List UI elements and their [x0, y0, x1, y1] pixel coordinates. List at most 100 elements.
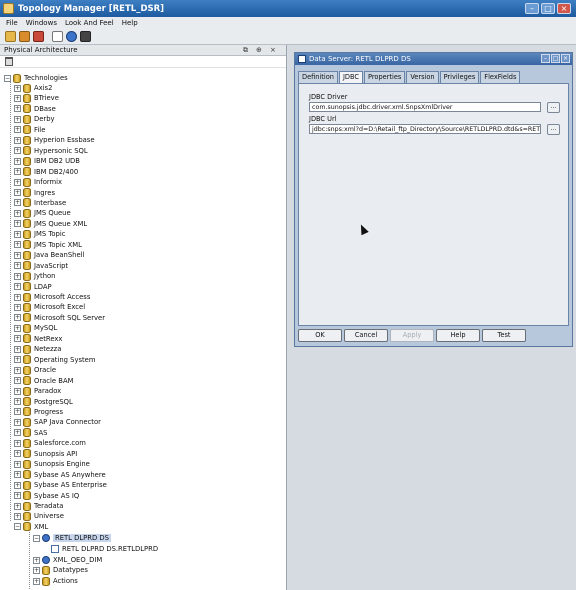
tab-definition[interactable]: Definition — [298, 71, 338, 83]
menu-look-and-feel[interactable]: Look And Feel — [65, 19, 114, 27]
tree-root[interactable]: − Technologies — [4, 73, 68, 83]
topology-icon[interactable] — [5, 31, 16, 42]
tree-item-technology[interactable]: + IBM DB2/400 — [14, 167, 78, 177]
tree-item-technology[interactable]: + Sybase AS IQ — [14, 491, 79, 501]
expand-icon[interactable]: + — [14, 408, 21, 416]
tree-item-technology[interactable]: + Netezza — [14, 344, 61, 354]
jdbc-url-field[interactable]: jdbc:snps:xml?d=D:\Retail_ftp_Directory\… — [309, 124, 541, 134]
expand-icon[interactable]: + — [14, 230, 21, 238]
expand-icon[interactable]: + — [14, 262, 21, 270]
binoculars-icon[interactable] — [80, 31, 91, 42]
expand-icon[interactable]: + — [14, 481, 21, 489]
tree-item-technology[interactable]: + JMS Queue — [14, 208, 71, 218]
tree-item-technology[interactable]: + Informix — [14, 177, 62, 187]
expand-icon[interactable]: + — [14, 126, 21, 134]
expand-icon[interactable]: + — [14, 377, 21, 385]
tree-item-technology[interactable]: + File — [14, 125, 45, 135]
tree-item-technology[interactable]: + Operating System — [14, 355, 96, 365]
test-button[interactable]: Test — [482, 329, 526, 342]
tree-item-technology[interactable]: + JavaScript — [14, 261, 68, 271]
close-window-button[interactable]: × — [557, 3, 571, 14]
tree-item-technology[interactable]: + Hyperion Essbase — [14, 135, 95, 145]
expand-icon[interactable]: + — [14, 450, 21, 458]
expand-icon[interactable]: + — [14, 460, 21, 468]
collapse-icon[interactable]: − — [4, 74, 11, 82]
expand-icon[interactable]: + — [14, 387, 21, 395]
expand-icon[interactable]: + — [14, 356, 21, 364]
expand-icon[interactable]: + — [14, 471, 21, 479]
expand-icon[interactable]: + — [14, 94, 21, 102]
expand-icon[interactable]: + — [14, 345, 21, 353]
expand-icon[interactable]: + — [14, 492, 21, 500]
expand-icon[interactable]: + — [14, 439, 21, 447]
tree-item-technology[interactable]: + Salesforce.com — [14, 438, 86, 448]
expand-icon[interactable]: + — [14, 418, 21, 426]
tree-item-technology[interactable]: + BTrieve — [14, 93, 59, 103]
expand-icon[interactable]: + — [14, 251, 21, 259]
help-button[interactable]: Help — [436, 329, 480, 342]
tree-item-technology[interactable]: + Sybase AS Enterprise — [14, 480, 107, 490]
menu-help[interactable]: Help — [122, 19, 138, 27]
jdbc-url-browse-button[interactable]: ... — [547, 124, 560, 135]
expand-icon[interactable]: + — [33, 577, 40, 585]
tree-item-technology[interactable]: + LDAP — [14, 282, 52, 292]
expand-icon[interactable]: + — [14, 84, 21, 92]
tree-item-technology[interactable]: + JMS Topic XML — [14, 240, 82, 250]
pin-icon[interactable]: ⊕ — [256, 46, 262, 54]
expand-icon[interactable]: + — [14, 189, 21, 196]
tree-item-technology[interactable]: + Microsoft SQL Server — [14, 313, 105, 323]
expand-icon[interactable]: + — [14, 105, 21, 113]
tree-item-technology[interactable]: + Oracle — [14, 365, 56, 375]
tree-item-technology[interactable]: + PostgreSQL — [14, 397, 73, 407]
expand-icon[interactable]: + — [14, 115, 21, 123]
expand-icon[interactable]: + — [14, 324, 21, 332]
maximize-button[interactable]: □ — [541, 3, 555, 14]
expand-icon[interactable]: + — [14, 293, 21, 301]
menu-windows[interactable]: Windows — [26, 19, 57, 27]
tab-version[interactable]: Version — [406, 71, 439, 83]
jdbc-driver-field[interactable]: com.sunopsis.jdbc.driver.xml.SnpsXmlDriv… — [309, 102, 541, 112]
tree-item-technology[interactable]: + SAS — [14, 428, 47, 438]
menu-file[interactable]: File — [6, 19, 18, 27]
apply-button[interactable]: Apply — [390, 329, 434, 342]
dialog-maximize-button[interactable]: □ — [551, 54, 560, 63]
collapse-icon[interactable]: − — [33, 534, 40, 542]
refresh-icon[interactable] — [52, 31, 63, 42]
tree-item-technology[interactable]: + Sunopsis Engine — [14, 459, 90, 469]
dialog-close-button[interactable]: × — [561, 54, 570, 63]
tree-item-technology[interactable]: + IBM DB2 UDB — [14, 156, 80, 166]
tree-item-technology[interactable]: + JMS Topic — [14, 229, 65, 239]
tree-item-technology[interactable]: + Java BeanShell — [14, 250, 84, 260]
expand-icon[interactable]: + — [14, 272, 21, 280]
globe-icon[interactable] — [66, 31, 77, 42]
expand-icon[interactable]: + — [33, 566, 40, 574]
tree-item-technology[interactable]: + Microsoft Excel — [14, 302, 85, 312]
expand-icon[interactable]: + — [14, 178, 21, 186]
float-icon[interactable]: ⧉ — [243, 46, 248, 55]
tree-item-technology[interactable]: + SAP Java Connector — [14, 417, 101, 427]
expand-icon[interactable]: + — [14, 366, 21, 374]
tree-item-other-server[interactable]: + XML_OEO_DIM — [33, 555, 102, 565]
close-panel-icon[interactable]: × — [270, 46, 276, 54]
tree-item-technology[interactable]: + Axis2 — [14, 83, 52, 93]
expand-icon[interactable]: + — [14, 147, 21, 155]
ok-button[interactable]: OK — [298, 329, 342, 342]
tree-item-schema[interactable]: RETL DLPRD DS.RETLDLPRD — [51, 544, 158, 554]
tree-item-technology[interactable]: + Microsoft Access — [14, 292, 90, 302]
tree-item-technology[interactable]: + Interbase — [14, 198, 66, 208]
expand-icon[interactable]: + — [14, 136, 21, 144]
tree-item-actions[interactable]: + Actions — [33, 576, 78, 586]
expand-icon[interactable]: + — [14, 199, 21, 207]
expand-icon[interactable]: + — [33, 556, 40, 564]
tree-item-technology[interactable]: + Universe — [14, 511, 64, 521]
jdbc-driver-browse-button[interactable]: ... — [547, 102, 560, 113]
tree-item-technology[interactable]: + Teradata — [14, 501, 63, 511]
tree-item-technology[interactable]: + Ingres — [14, 188, 55, 198]
tree-item-technology[interactable]: + Paradox — [14, 386, 61, 396]
expand-icon[interactable]: + — [14, 502, 21, 510]
tree-item-technology[interactable]: + Sybase AS Anywhere — [14, 470, 106, 480]
tree-item-technology[interactable]: + DBase — [14, 104, 56, 114]
operator-icon[interactable] — [33, 31, 44, 42]
tab-privileges[interactable]: Privileges — [439, 71, 480, 83]
trash-icon[interactable] — [5, 57, 13, 66]
